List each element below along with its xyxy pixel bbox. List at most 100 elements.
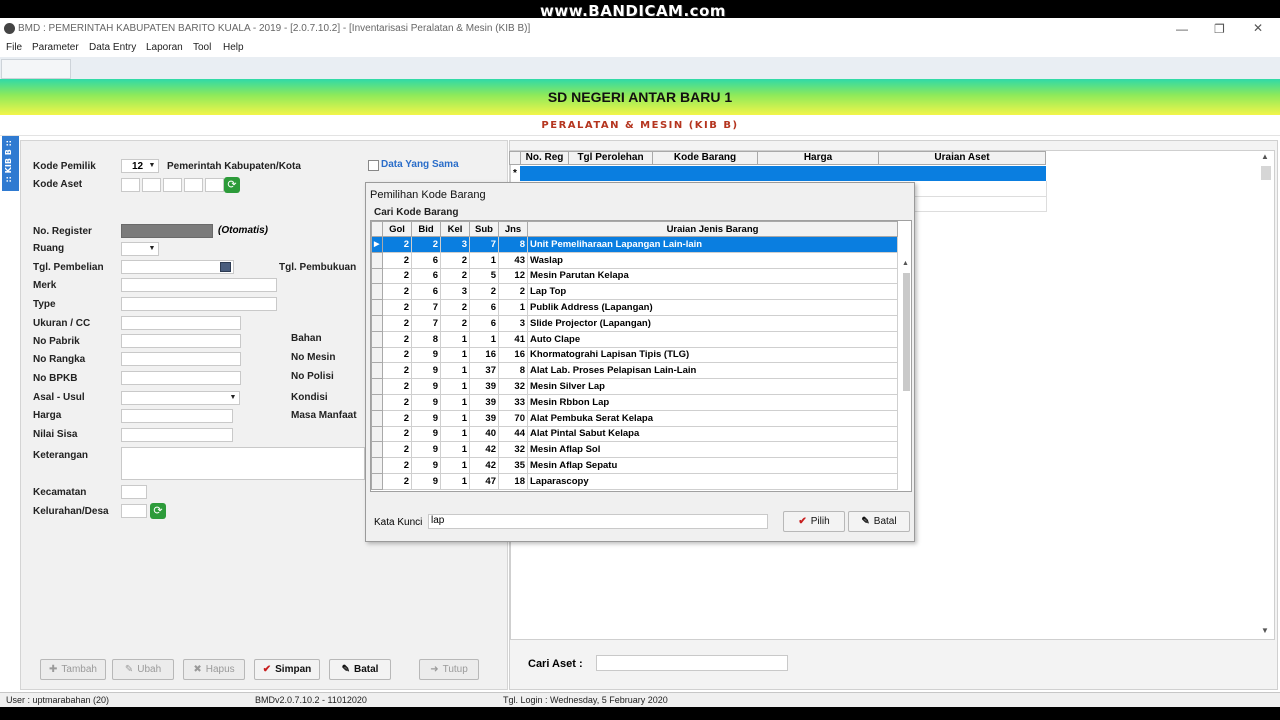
menu-tool[interactable]: Tool <box>193 42 211 53</box>
header-uraian[interactable]: Uraian Jenis Barang <box>527 221 898 237</box>
tgl-pembukuan-label: Tgl. Pembukuan <box>279 262 357 273</box>
kode-pemilik-select[interactable]: 12 ▼ <box>121 159 159 173</box>
minimize-icon[interactable]: — <box>1176 22 1188 36</box>
kode-aset-field-1[interactable] <box>121 178 140 192</box>
header-bid[interactable]: Bid <box>411 221 441 237</box>
status-bar: User : uptmarabahan (20) BMDv2.0.7.10.2 … <box>0 692 1280 707</box>
scroll-thumb[interactable] <box>903 273 910 391</box>
kelurahan-field[interactable] <box>121 504 147 518</box>
restore-icon[interactable]: ❐ <box>1214 22 1225 36</box>
kode-barang-cell: Lap Top <box>527 283 898 301</box>
kode-barang-row[interactable]: 2 6 2 5 12 Mesin Parutan Kelapa <box>371 267 898 285</box>
checkmark-icon: ✔ <box>798 516 807 527</box>
menu-laporan[interactable]: Laporan <box>146 42 183 53</box>
simpan-button[interactable]: ✔ Simpan <box>254 659 320 680</box>
kode-aset-field-2[interactable] <box>142 178 161 192</box>
kecamatan-field[interactable] <box>121 485 147 499</box>
dialog-batal-button[interactable]: ✎ Batal <box>848 511 910 532</box>
tutup-button[interactable]: ➜ Tutup <box>419 659 479 680</box>
kode-barang-cell: 2 <box>382 330 412 348</box>
kode-aset-field-4[interactable] <box>184 178 203 192</box>
kode-barang-cell: 9 <box>411 441 441 459</box>
kode-barang-cell: 1 <box>469 251 499 269</box>
menu-parameter[interactable]: Parameter <box>32 42 79 53</box>
kode-pemilik-desc: Pemerintah Kabupaten/Kota <box>167 161 301 172</box>
merk-field[interactable] <box>121 278 277 292</box>
menu-file[interactable]: File <box>6 42 22 53</box>
header-gol[interactable]: Gol <box>382 221 412 237</box>
kode-barang-cell: 1 <box>440 441 470 459</box>
kode-barang-row[interactable]: 2 9 1 37 8 Alat Lab. Proses Pelapisan Lain-La… <box>371 362 898 380</box>
scroll-up-icon[interactable]: ▲ <box>902 260 909 267</box>
kata-kunci-input[interactable]: lap <box>428 514 768 529</box>
asal-usul-select[interactable]: ▼ <box>121 391 240 405</box>
close-icon[interactable]: ✕ <box>1253 21 1263 35</box>
ubah-button[interactable]: ✎ Ubah <box>112 659 174 680</box>
kode-barang-row[interactable]: 2 9 1 40 44 Alat Pintal Sabut Kelapa <box>371 425 898 443</box>
kode-barang-cell: 41 <box>498 330 528 348</box>
batal-button[interactable]: ✎ Batal <box>329 659 391 680</box>
keterangan-textarea[interactable] <box>121 447 365 480</box>
kode-barang-row[interactable]: ▶ 2 2 3 7 8 Unit Pemeliharaan Lapangan Lain-la… <box>371 236 898 253</box>
kib-b-side-tab[interactable]: :: KIB B :: <box>2 136 19 191</box>
tambah-button[interactable]: ✚ Tambah <box>40 659 106 680</box>
no-rangka-field[interactable] <box>121 352 241 366</box>
kode-barang-table: Gol Bid Kel Sub Jns Uraian Jenis Barang … <box>370 220 912 492</box>
kode-barang-cell: Alat Pintal Sabut Kelapa <box>527 425 898 443</box>
checkmark-icon: ✔ <box>262 664 272 675</box>
menu-data-entry[interactable]: Data Entry <box>89 42 136 53</box>
cari-kode-barang-group: Cari Kode Barang <box>374 207 459 218</box>
harga-field[interactable] <box>121 409 233 423</box>
type-field[interactable] <box>121 297 277 311</box>
kode-aset-field-3[interactable] <box>163 178 182 192</box>
grid-scrollbar[interactable]: ▲ ▼ <box>1260 152 1272 636</box>
ukuran-field[interactable] <box>121 316 241 330</box>
header-jns[interactable]: Jns <box>498 221 528 237</box>
row-indicator <box>371 457 383 474</box>
kode-barang-row[interactable]: 2 9 1 39 70 Alat Pembuka Serat Kelapa <box>371 409 898 427</box>
cari-aset-input[interactable] <box>596 655 788 671</box>
grid-header-uraian-aset[interactable]: Uraian Aset <box>878 151 1046 165</box>
no-pabrik-label: No Pabrik <box>33 336 80 347</box>
kode-barang-cell: Mesin Parutan Kelapa <box>527 267 898 285</box>
grid-header-tgl-perolehan[interactable]: Tgl Perolehan <box>568 151 653 165</box>
grid-header-harga[interactable]: Harga <box>757 151 879 165</box>
row-indicator <box>371 362 383 380</box>
kode-barang-row[interactable]: 2 9 1 47 18 Laparascopy <box>371 472 898 490</box>
kode-barang-row[interactable]: 2 9 1 42 35 Mesin Aflap Sepatu <box>371 457 898 474</box>
kode-aset-field-5[interactable] <box>205 178 224 192</box>
pilih-button[interactable]: ✔ Pilih <box>783 511 845 532</box>
kode-barang-row[interactable]: 2 9 1 39 33 Mesin Rbbon Lap <box>371 393 898 411</box>
scroll-thumb[interactable] <box>1261 166 1271 180</box>
kode-barang-cell: 2 <box>440 267 470 285</box>
ruang-select[interactable]: ▼ <box>121 242 159 256</box>
scroll-up-icon[interactable]: ▲ <box>1261 152 1269 161</box>
kode-barang-row[interactable]: 2 9 1 16 16 Khormatograhi Lapisan Tipis (TLG) <box>371 346 898 364</box>
nilai-sisa-field[interactable] <box>121 428 233 442</box>
kode-barang-row[interactable]: 2 9 1 42 32 Mesin Aflap Sol <box>371 441 898 459</box>
kode-barang-row[interactable]: 2 7 2 6 3 Slide Projector (Lapangan) <box>371 314 898 332</box>
scroll-down-icon[interactable]: ▼ <box>1261 626 1269 635</box>
grid-header-kode-barang[interactable]: Kode Barang <box>652 151 758 165</box>
no-pabrik-field[interactable] <box>121 334 241 348</box>
tgl-pembelian-field[interactable] <box>121 260 234 274</box>
header-sub[interactable]: Sub <box>469 221 499 237</box>
kode-barang-row[interactable]: 2 6 2 1 43 Waslap <box>371 251 898 269</box>
refresh-icon[interactable]: ⟳ <box>224 177 240 193</box>
kode-barang-row[interactable]: 2 6 3 2 2 Lap Top <box>371 283 898 301</box>
document-tab[interactable] <box>1 59 71 79</box>
kode-barang-row[interactable]: 2 8 1 1 41 Auto Clape <box>371 330 898 348</box>
calendar-icon[interactable] <box>220 262 231 272</box>
header-kel[interactable]: Kel <box>440 221 470 237</box>
kode-barang-cell: 6 <box>469 299 499 316</box>
menu-help[interactable]: Help <box>223 42 244 53</box>
kode-barang-row[interactable]: 2 9 1 39 32 Mesin Silver Lap <box>371 378 898 395</box>
hapus-button[interactable]: ✖ Hapus <box>183 659 245 680</box>
refresh-icon[interactable]: ⟳ <box>150 503 166 519</box>
kode-barang-row[interactable]: 2 7 2 6 1 Publik Address (Lapangan) <box>371 299 898 316</box>
grid-header-no-reg[interactable]: No. Reg <box>520 151 569 165</box>
grid-selected-row[interactable] <box>520 166 1046 181</box>
dialog-scrollbar[interactable]: ▲ ▼ <box>901 259 911 491</box>
data-sama-checkbox[interactable] <box>368 160 379 171</box>
no-bpkb-field[interactable] <box>121 371 241 385</box>
